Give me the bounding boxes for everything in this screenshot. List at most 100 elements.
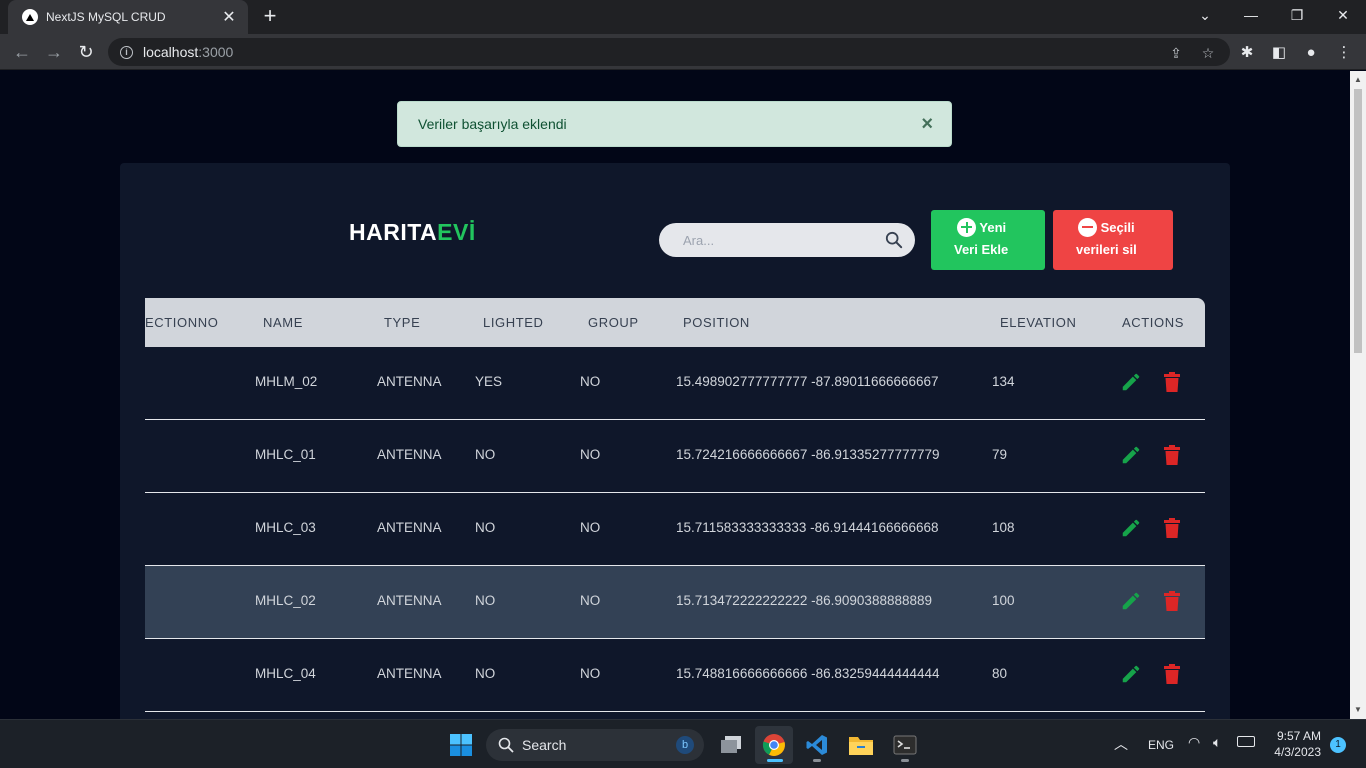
new-tab-button[interactable]: + — [258, 4, 282, 28]
column-header-sectionno[interactable]: ECTIONNO — [145, 315, 218, 330]
taskbar-search[interactable]: Search b — [486, 729, 704, 761]
table-row[interactable]: MHLC_04 ANTENNA NO NO 15.748816666666666 -86… — [145, 639, 1205, 712]
toast-close-icon[interactable]: × — [921, 114, 933, 134]
site-info-icon[interactable]: i — [120, 45, 133, 59]
taskbar-search-label: Search — [522, 737, 567, 753]
delete-trash-icon[interactable] — [1164, 445, 1180, 465]
column-header-group[interactable]: GROUP — [588, 315, 639, 330]
column-header-type[interactable]: TYPE — [384, 315, 420, 330]
profile-avatar-icon[interactable]: ● — [1300, 42, 1322, 64]
minus-circle-icon — [1078, 217, 1097, 237]
windows-start-icon[interactable] — [442, 726, 480, 764]
close-window-button[interactable]: ✕ — [1320, 0, 1366, 30]
browser-toolbar: ← → ↻ i localhost:3000 ⇪ ☆ — [0, 34, 1366, 70]
delete-trash-icon[interactable] — [1164, 591, 1180, 611]
minimize-button[interactable]: — — [1228, 0, 1274, 30]
delete-selected-button[interactable]: Seçili verileri sil — [1053, 210, 1173, 270]
file-explorer-icon[interactable] — [842, 726, 880, 764]
cell-lighted: NO — [475, 666, 496, 681]
url-port: :3000 — [198, 44, 234, 60]
delete-button-label-1: Seçili — [1100, 220, 1135, 235]
delete-trash-icon[interactable] — [1164, 664, 1180, 684]
cell-lighted: NO — [475, 447, 496, 462]
cell-elevation: 79 — [992, 447, 1008, 462]
language-indicator[interactable]: ENG — [1148, 738, 1174, 752]
restore-button[interactable]: ❐ — [1274, 0, 1320, 30]
wifi-icon[interactable]: ◠ — [1188, 734, 1200, 751]
scroll-up-arrow-icon[interactable]: ▲ — [1350, 73, 1366, 87]
cell-position: 15.724216666666667 -86.91335277777779 — [676, 447, 940, 462]
table-row[interactable]: MHLC_01 ANTENNA NO NO 15.724216666666667 -86… — [145, 420, 1205, 493]
cell-elevation: 80 — [992, 666, 1008, 681]
logo-text-evi: EVİ — [437, 219, 476, 245]
cell-elevation: 100 — [992, 593, 1015, 608]
main-card: HARITAEVİ Yeni Veri Ekle Seçili verileri… — [120, 163, 1230, 719]
bookmark-star-icon[interactable]: ☆ — [1198, 45, 1218, 62]
nextjs-favicon-icon — [22, 9, 38, 25]
reload-button[interactable]: ↻ — [74, 40, 98, 64]
search-icon[interactable] — [885, 231, 903, 249]
table-row[interactable]: MHLC_03 ANTENNA NO NO 15.711583333333333 -86… — [145, 493, 1205, 566]
volume-icon[interactable]: 🔈︎ — [1213, 734, 1221, 751]
delete-trash-icon[interactable] — [1164, 518, 1180, 538]
browser-tab[interactable]: NextJS MySQL CRUD ✕ — [8, 0, 248, 34]
cell-name: MHLM_02 — [255, 374, 318, 389]
cell-position: 15.748816666666666 -86.83259444444444 — [676, 666, 940, 681]
cell-type: ANTENNA — [377, 520, 442, 535]
browser-menu-icon[interactable]: ⋮ — [1333, 42, 1355, 64]
column-header-lighted[interactable]: LIGHTED — [483, 315, 544, 330]
windows-taskbar: Search b ︿ ENG ◠ 🔈︎ 9:57 AM 4/3/2023 1 — [0, 719, 1366, 768]
back-button[interactable]: ← — [10, 40, 34, 64]
cell-type: ANTENNA — [377, 374, 442, 389]
cell-name: MHLC_01 — [255, 447, 316, 462]
cell-group: NO — [580, 374, 601, 389]
chrome-taskbar-icon[interactable] — [755, 726, 793, 764]
clock-time[interactable]: 9:57 AM — [1271, 729, 1321, 743]
scrollbar-thumb[interactable] — [1354, 89, 1362, 353]
page-viewport: Veriler başarıyla eklendi × HARITAEVİ Ye… — [0, 71, 1350, 719]
edit-pencil-icon[interactable] — [1120, 663, 1142, 685]
column-header-name[interactable]: NAME — [263, 315, 303, 330]
share-icon[interactable]: ⇪ — [1166, 45, 1186, 62]
tab-close-icon[interactable]: ✕ — [220, 7, 238, 27]
edit-pencil-icon[interactable] — [1120, 371, 1142, 393]
clock-date[interactable]: 4/3/2023 — [1267, 745, 1321, 759]
logo-text-harita: HARITA — [349, 219, 438, 245]
table-row[interactable]: MHLM_02 ANTENNA YES NO 15.498902777777777 -8… — [145, 347, 1205, 420]
cell-type: ANTENNA — [377, 447, 442, 462]
plus-circle-icon — [957, 217, 976, 237]
search-box — [659, 223, 915, 257]
column-header-position[interactable]: POSITION — [683, 315, 750, 330]
extensions-puzzle-icon[interactable]: ✱ — [1236, 42, 1258, 64]
edit-pencil-icon[interactable] — [1120, 517, 1142, 539]
address-bar[interactable]: i localhost:3000 ⇪ ☆ — [108, 38, 1230, 66]
show-hidden-icons-chevron-icon[interactable]: ︿ — [1114, 734, 1128, 754]
edit-pencil-icon[interactable] — [1120, 444, 1142, 466]
add-data-button[interactable]: Yeni Veri Ekle — [931, 210, 1045, 270]
cell-type: ANTENNA — [377, 666, 442, 681]
terminal-taskbar-icon[interactable] — [886, 726, 924, 764]
scroll-down-arrow-icon[interactable]: ▼ — [1350, 703, 1366, 717]
tab-search-chevron-icon[interactable]: ⌄ — [1182, 0, 1228, 30]
page-scrollbar[interactable]: ▲ ▼ — [1350, 71, 1366, 719]
table-row[interactable]: MHLC_02 ANTENNA NO NO 15.713472222222222 -86… — [145, 566, 1205, 639]
delete-trash-icon[interactable] — [1164, 372, 1180, 392]
add-button-label-1: Yeni — [979, 220, 1007, 235]
search-input[interactable] — [683, 232, 875, 248]
cell-name: MHLC_02 — [255, 593, 316, 608]
notification-badge[interactable]: 1 — [1330, 737, 1346, 753]
task-view-icon[interactable] — [712, 726, 750, 764]
bing-icon[interactable]: b — [676, 736, 694, 754]
forward-button[interactable]: → — [42, 40, 66, 64]
column-header-elevation[interactable]: ELEVATION — [1000, 315, 1076, 330]
cell-group: NO — [580, 666, 601, 681]
add-button-label-2: Veri Ekle — [954, 242, 1009, 257]
cell-position: 15.498902777777777 -87.89011666666667 — [676, 374, 939, 389]
edit-pencil-icon[interactable] — [1120, 590, 1142, 612]
battery-icon[interactable] — [1237, 736, 1255, 747]
taskbar-search-icon — [498, 737, 514, 753]
side-panel-icon[interactable]: ◧ — [1268, 42, 1290, 64]
cell-group: NO — [580, 520, 601, 535]
cell-elevation: 134 — [992, 374, 1015, 389]
vscode-taskbar-icon[interactable] — [798, 726, 836, 764]
